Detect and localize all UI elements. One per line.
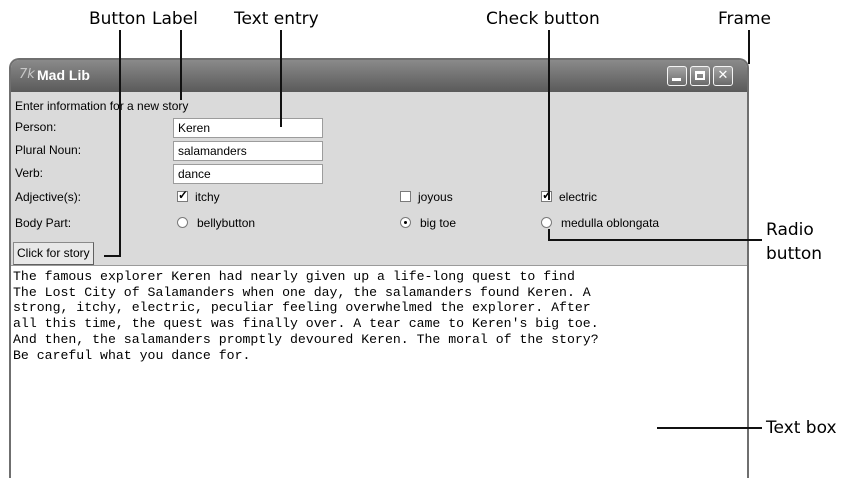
window-title: Mad Lib: [37, 67, 90, 83]
body-part-radio-bellybutton[interactable]: bellybutton: [177, 216, 255, 230]
story-line: The famous explorer Keren had nearly giv…: [13, 269, 575, 284]
plural-noun-label: Plural Noun:: [15, 143, 82, 157]
radio-unselected-icon: [177, 217, 188, 228]
callout-button: Button: [89, 9, 146, 29]
radio-selected-icon: [400, 217, 411, 228]
radio-unselected-icon: [541, 217, 552, 228]
body-part-option-label: big toe: [420, 216, 457, 230]
adjectives-label: Adjective(s):: [15, 190, 82, 204]
leader-line-radio-button: [548, 239, 762, 241]
callout-text-entry: Text entry: [234, 9, 319, 29]
leader-line-label: [180, 30, 182, 100]
checkbox-checked-icon: [541, 188, 552, 202]
callout-check-button: Check button: [486, 9, 600, 29]
adjective-option-label: itchy: [195, 190, 220, 204]
body-part-option-label: medulla oblongata: [561, 216, 660, 230]
leader-line-button: [119, 30, 121, 257]
title-bar[interactable]: 7k Mad Lib ✕: [11, 60, 747, 92]
app-icon: 7k: [19, 67, 35, 82]
adjective-checkbox-joyous[interactable]: joyous: [400, 190, 453, 204]
story-line: And then, the salamanders promptly devou…: [13, 331, 599, 347]
body-part-option-label: bellybutton: [197, 216, 256, 230]
verb-entry[interactable]: dance: [173, 164, 323, 184]
story-line: Be careful what you dance for.: [13, 347, 251, 363]
form-header: Enter information for a new story: [15, 99, 189, 113]
callout-text-box: Text box: [766, 418, 837, 438]
maximize-icon: [695, 71, 705, 80]
story-line: strong, itchy, electric, peculiar feelin…: [13, 300, 591, 316]
callout-radio-line2: button: [766, 244, 823, 264]
story-text-box[interactable]: The famous explorer Keren had nearly giv…: [11, 265, 747, 478]
leader-line-button-hook: [104, 255, 121, 257]
adjective-option-label: electric: [559, 190, 598, 204]
leader-line-text-box: [657, 427, 762, 429]
minimize-button[interactable]: [667, 66, 687, 86]
body-part-radio-big-toe[interactable]: big toe: [400, 216, 456, 230]
leader-line-text-entry: [280, 30, 282, 127]
story-line: The Lost City of Salamanders when one da…: [13, 284, 591, 300]
callout-frame: Frame: [718, 9, 771, 29]
plural-noun-entry[interactable]: salamanders: [173, 141, 323, 161]
checkbox-checked-icon: [177, 188, 188, 202]
verb-label: Verb:: [15, 166, 44, 180]
story-line: all this time, the quest was finally ove…: [13, 316, 599, 332]
maximize-button[interactable]: [690, 66, 710, 86]
callout-label: Label: [152, 9, 198, 29]
minimize-icon: [672, 78, 681, 81]
adjective-checkbox-itchy[interactable]: itchy: [177, 188, 220, 204]
person-label: Person:: [15, 120, 57, 134]
close-button[interactable]: ✕: [713, 66, 733, 86]
leader-line-check-button: [548, 30, 550, 200]
person-entry[interactable]: Keren: [173, 118, 323, 138]
callout-radio-line1: Radio: [766, 220, 814, 240]
leader-line-radio-stub: [548, 229, 550, 239]
leader-line-frame: [748, 30, 750, 64]
click-for-story-button[interactable]: Click for story: [13, 242, 94, 265]
body-part-radio-medulla-oblongata[interactable]: medulla oblongata: [541, 216, 659, 230]
adjective-option-label: joyous: [418, 190, 453, 204]
close-icon: ✕: [717, 68, 729, 83]
checkbox-unchecked-icon: [400, 191, 411, 202]
body-part-label: Body Part:: [15, 216, 72, 230]
